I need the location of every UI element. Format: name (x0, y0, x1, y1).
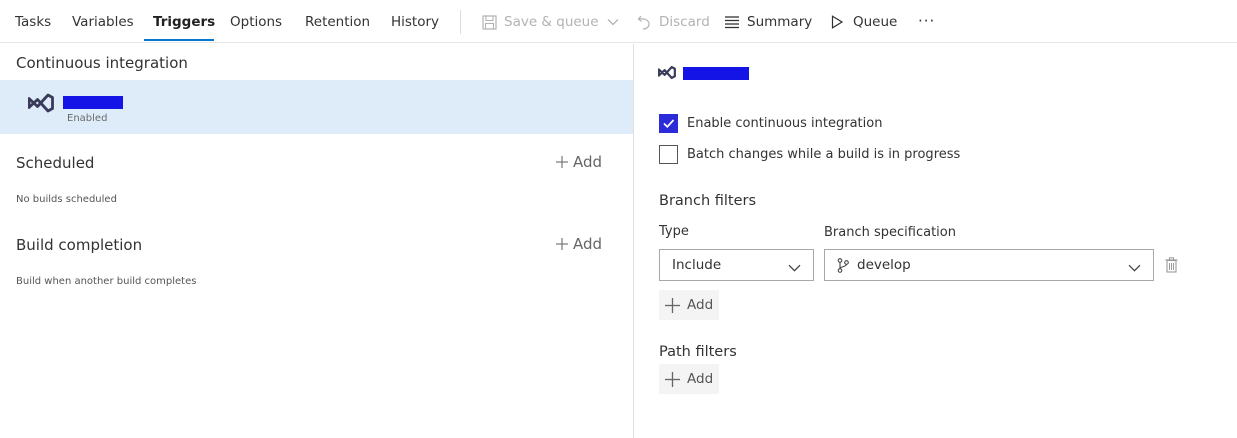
visual-studio-icon (27, 92, 54, 118)
path-filters-title: Path filters (659, 344, 737, 360)
ci-status-label: Enabled (67, 113, 108, 124)
add-path-filter-label: Add (687, 371, 714, 387)
plus-icon (556, 238, 568, 250)
redacted-definition-title (683, 67, 749, 80)
add-scheduled-label: Add (573, 153, 603, 171)
filter-type-dropdown[interactable]: Include (659, 249, 814, 281)
branch-filters-title: Branch filters (659, 193, 757, 209)
chevron-down-icon (607, 18, 619, 26)
tab-retention[interactable]: Retention (305, 14, 370, 30)
build-completion-section-title: Build completion (16, 236, 143, 254)
delete-filter-icon[interactable] (1165, 257, 1178, 277)
no-builds-scheduled-note: No builds scheduled (16, 194, 117, 205)
queue-button[interactable]: Queue (829, 13, 897, 31)
tab-variables[interactable]: Variables (72, 14, 134, 30)
plus-icon (556, 156, 568, 168)
tab-triggers[interactable]: Triggers (153, 14, 215, 30)
top-toolbar: Tasks Variables Triggers Options Retenti… (0, 0, 1237, 43)
redacted-definition-name (63, 96, 123, 109)
type-field-label: Type (659, 224, 689, 239)
triggers-list-pane: Continuous integration Enabled Scheduled… (0, 44, 633, 438)
discard-button[interactable]: Discard (636, 13, 710, 31)
save-and-queue-label: Save & queue (504, 14, 599, 30)
batch-changes-checkbox[interactable] (659, 145, 678, 164)
add-branch-filter-label: Add (687, 297, 714, 313)
discard-label: Discard (659, 14, 710, 30)
batch-changes-label: Batch changes while a build is in progre… (687, 147, 961, 162)
undo-icon (636, 14, 652, 30)
active-tab-indicator (144, 39, 214, 41)
filter-type-value: Include (672, 257, 722, 273)
add-path-filter-button[interactable]: Add (659, 364, 720, 394)
add-build-completion-button[interactable]: Add (556, 235, 602, 253)
chevron-down-icon (788, 260, 801, 276)
list-icon (724, 14, 740, 30)
toolbar-divider (460, 10, 461, 34)
chevron-down-icon (1128, 260, 1141, 276)
visual-studio-icon (657, 65, 676, 84)
tab-tasks[interactable]: Tasks (15, 14, 51, 30)
tab-options[interactable]: Options (230, 14, 282, 30)
add-branch-filter-button[interactable]: Add (659, 290, 720, 320)
plus-icon (665, 297, 680, 313)
summary-button[interactable]: Summary (724, 13, 812, 31)
branch-spec-dropdown[interactable]: develop (824, 249, 1154, 281)
plus-icon (665, 371, 680, 387)
add-build-completion-label: Add (573, 235, 603, 253)
tab-history[interactable]: History (391, 14, 439, 30)
play-icon (829, 14, 845, 30)
summary-label: Summary (747, 14, 813, 30)
build-completion-note: Build when another build completes (16, 276, 197, 287)
add-scheduled-button[interactable]: Add (556, 153, 602, 171)
trigger-details-pane: Enable continuous integration Batch chan… (634, 44, 1237, 438)
ci-section-title: Continuous integration (16, 54, 188, 72)
more-options-button[interactable]: ··· (918, 12, 935, 30)
scheduled-section-title: Scheduled (16, 154, 95, 172)
queue-label: Queue (853, 14, 898, 30)
enable-ci-checkbox[interactable] (659, 114, 678, 133)
enable-ci-label: Enable continuous integration (687, 116, 883, 131)
checkmark-icon (663, 119, 675, 129)
save-icon (481, 14, 497, 30)
branch-icon (837, 257, 849, 273)
save-and-queue-button[interactable]: Save & queue (481, 13, 619, 31)
ci-trigger-item[interactable]: Enabled (0, 80, 633, 134)
branch-spec-field-label: Branch specification (824, 225, 956, 240)
branch-spec-value: develop (857, 257, 911, 273)
